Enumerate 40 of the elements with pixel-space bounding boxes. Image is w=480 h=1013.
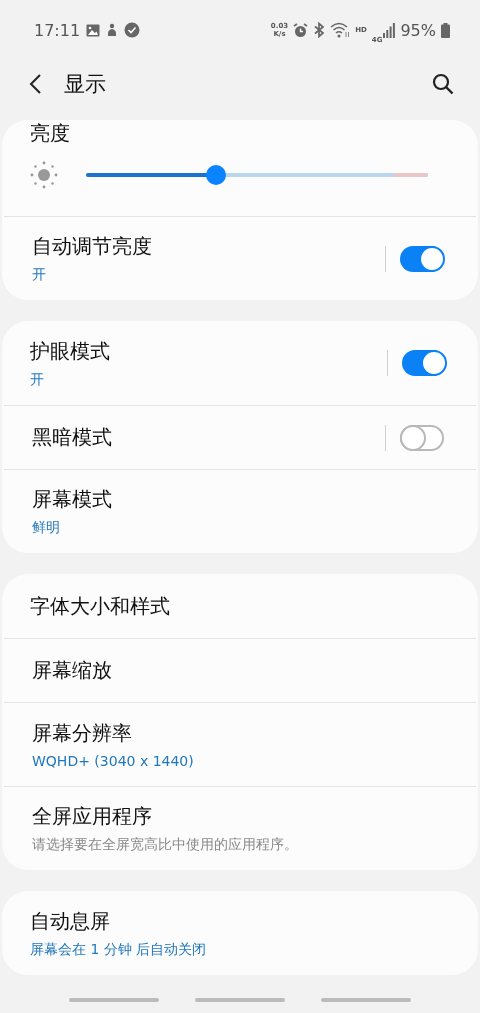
setting-title: 亮度: [30, 120, 71, 147]
setting-title: 自动调节亮度: [32, 233, 153, 260]
setting-title: 自动息屏: [30, 907, 111, 935]
nav-handle[interactable]: [321, 998, 411, 1002]
setting-value: 请选择要在全屏宽高比中使用的应用程序。: [32, 836, 299, 854]
toggle-switch[interactable]: [400, 245, 444, 272]
setting-title: 黑暗模式: [32, 424, 113, 451]
setting-value: WQHD+ (3040 x 1440): [32, 753, 195, 769]
bluetooth-icon: [313, 22, 326, 38]
setting-title: 护眼模式: [30, 337, 111, 365]
brightness-icon: [30, 161, 58, 189]
search-icon: [432, 73, 454, 95]
wifi-icon: [330, 22, 351, 38]
battery-icon: [441, 22, 450, 38]
setting-value: 鲜明: [32, 519, 61, 537]
setting-title: 全屏应用程序: [32, 803, 153, 830]
setting-title: 屏幕分辨率: [32, 720, 133, 747]
setting-title: 屏幕缩放: [32, 657, 113, 684]
clock-time: 17:11: [34, 20, 81, 40]
search-button[interactable]: [432, 73, 454, 95]
back-button[interactable]: [28, 73, 42, 95]
setting-title: 屏幕模式: [32, 486, 113, 513]
alarm-icon: [293, 22, 309, 38]
check-badge-icon: [124, 22, 141, 38]
toggle-switch[interactable]: [400, 424, 444, 451]
setting-value: 屏幕会在 1 分钟 后自动关闭: [30, 940, 208, 959]
nav-handle[interactable]: [195, 998, 285, 1002]
signal-icon: [383, 22, 396, 38]
brightness-slider[interactable]: [86, 165, 428, 185]
back-icon: [28, 73, 42, 95]
slider-thumb[interactable]: [205, 165, 226, 185]
page-title: 显示: [64, 71, 106, 98]
setting-value: 开: [32, 266, 47, 284]
setting-value: 开: [30, 370, 45, 389]
figure-icon: [106, 23, 119, 37]
nav-handle[interactable]: [69, 998, 159, 1002]
image-icon: [86, 23, 101, 37]
setting-title: 字体大小和样式: [30, 592, 171, 620]
battery-percent: 95%: [400, 20, 436, 40]
toggle-switch[interactable]: [402, 350, 446, 376]
